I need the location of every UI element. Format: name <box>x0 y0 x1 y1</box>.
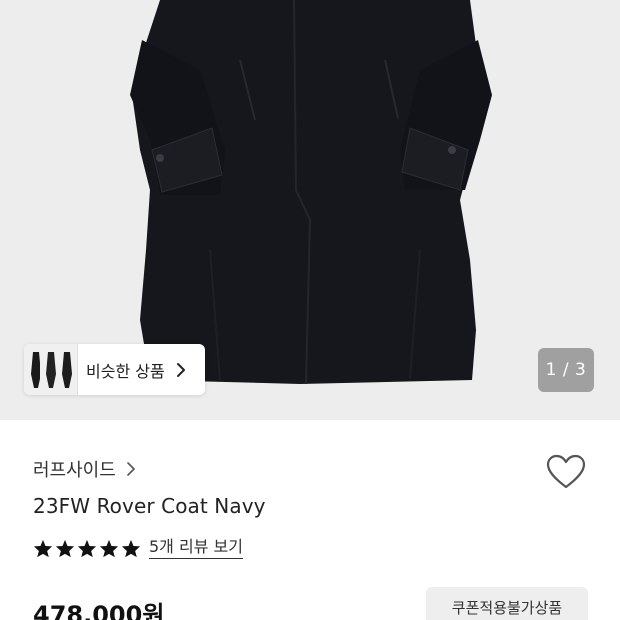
product-image-carousel[interactable]: 비슷한 상품 1 / 3 <box>0 0 620 420</box>
coupon-unavailable-badge: 쿠폰적용불가상품 <box>426 587 588 620</box>
star-filled-icon <box>77 539 97 558</box>
star-filled-icon <box>55 539 75 558</box>
view-reviews-link[interactable]: 5개 리뷰 보기 <box>149 538 243 559</box>
image-page-indicator: 1 / 3 <box>538 348 594 392</box>
product-title: 23FW Rover Coat Navy <box>33 494 266 518</box>
product-price: 478,000원 <box>33 601 165 620</box>
star-filled-icon <box>33 539 53 558</box>
brand-link[interactable]: 러프사이드 <box>33 456 136 482</box>
star-filled-icon <box>121 539 141 558</box>
chevron-right-icon <box>127 462 135 476</box>
rating-row: 5개 리뷰 보기 <box>33 538 243 559</box>
chevron-right-icon <box>176 362 185 377</box>
brand-name: 러프사이드 <box>33 460 116 481</box>
similar-products-thumbnails <box>24 344 78 395</box>
similar-thumbnail <box>56 344 78 395</box>
star-filled-icon <box>99 539 119 558</box>
heart-outline-icon[interactable] <box>546 454 586 490</box>
rating-stars <box>33 539 141 558</box>
product-info-section: 러프사이드 23FW Rover Coat Navy 5개 리뷰 보기 478,… <box>0 420 620 620</box>
similar-products-button[interactable]: 비슷한 상품 <box>24 344 205 395</box>
similar-products-label: 비슷한 상품 <box>86 361 165 381</box>
